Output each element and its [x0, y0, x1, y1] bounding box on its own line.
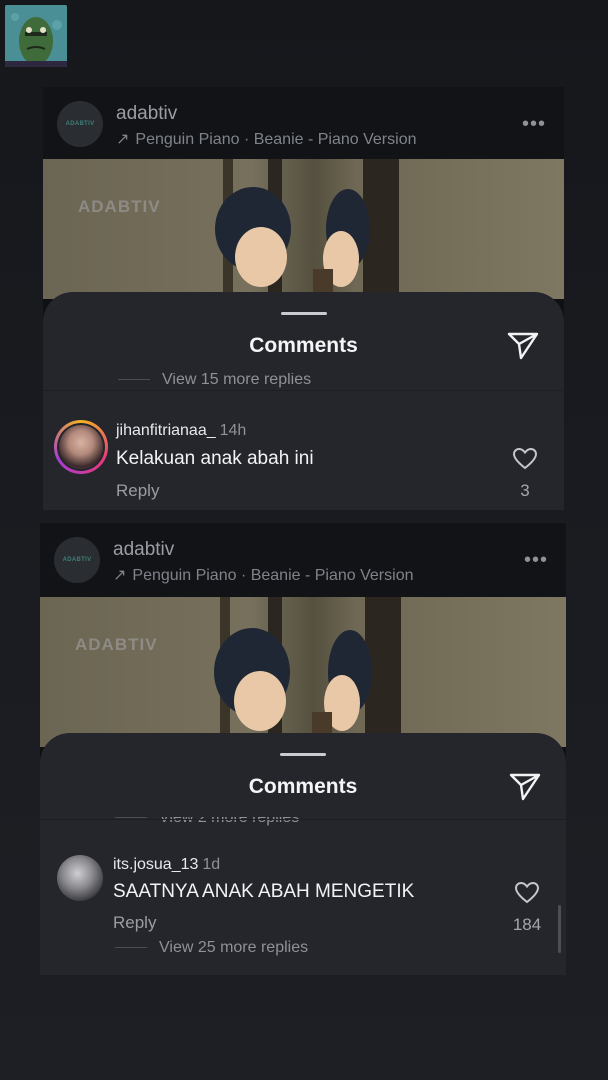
like-count: 184: [512, 915, 542, 934]
arrow-up-right-icon: ↗: [113, 567, 127, 584]
reply-button[interactable]: Reply: [116, 481, 159, 501]
song-info[interactable]: ↗ Penguin Piano · Beanie - Piano Version: [116, 129, 416, 149]
more-options-icon[interactable]: •••: [524, 549, 548, 572]
comment-time: 14h: [219, 422, 247, 439]
scrollbar[interactable]: [558, 905, 561, 953]
post-header: ADABTIV adabtiv ↗ Penguin Piano · Beanie …: [43, 87, 564, 159]
video-scene-illustration: [214, 597, 401, 747]
heart-icon[interactable]: [514, 881, 540, 905]
profile-avatar[interactable]: [5, 5, 67, 67]
comments-sheet: Comments View 2 more replies its.josua_1…: [40, 733, 566, 975]
post-card: ADABTIV adabtiv ↗ Penguin Piano · Beanie …: [40, 523, 566, 975]
video-thumbnail[interactable]: ADABTIV: [43, 159, 564, 299]
account-name[interactable]: adabtiv: [113, 539, 174, 561]
account-name[interactable]: adabtiv: [116, 103, 177, 125]
song-info[interactable]: ↗ Penguin Piano · Beanie - Piano Version: [113, 565, 413, 585]
drag-handle[interactable]: [280, 312, 327, 315]
comment-username[interactable]: its.josua_13 1d: [113, 856, 220, 874]
video-thumbnail[interactable]: ADABTIV: [40, 597, 566, 747]
share-send-icon[interactable]: [508, 769, 542, 803]
view-more-replies-link[interactable]: View 15 more replies: [118, 373, 311, 389]
sheet-title: Comments: [249, 334, 358, 357]
view-more-replies-link[interactable]: View 25 more replies: [115, 939, 308, 957]
post-header: ADABTIV adabtiv ↗ Penguin Piano · Beanie …: [40, 523, 566, 597]
view-more-replies-link[interactable]: View 2 more replies: [115, 817, 299, 827]
video-scene-illustration: [215, 159, 399, 299]
green-character-avatar-icon: [5, 5, 67, 67]
sheet-title: Comments: [248, 775, 358, 798]
account-avatar[interactable]: ADABTIV: [57, 101, 103, 147]
heart-icon[interactable]: [512, 447, 538, 471]
reply-button[interactable]: Reply: [113, 913, 156, 933]
commenter-avatar[interactable]: [57, 855, 103, 901]
arrow-up-right-icon: ↗: [116, 131, 130, 148]
comment-time: 1d: [202, 856, 221, 873]
account-avatar[interactable]: ADABTIV: [54, 537, 100, 583]
comment-username[interactable]: jihanfitrianaa_ 14h: [116, 422, 246, 440]
more-options-icon[interactable]: •••: [522, 113, 546, 136]
commenter-avatar[interactable]: [54, 420, 108, 474]
post-card: ADABTIV adabtiv ↗ Penguin Piano · Beanie …: [43, 87, 564, 510]
comment-text: Kelakuan anak abah ini: [116, 448, 314, 469]
share-send-icon[interactable]: [506, 328, 540, 362]
comments-sheet: Comments View 15 more replies jihanfitri…: [43, 292, 564, 510]
drag-handle[interactable]: [280, 753, 326, 756]
comment-text: SAATNYA ANAK ABAH MENGETIK: [113, 881, 415, 902]
like-count: 3: [520, 481, 530, 500]
